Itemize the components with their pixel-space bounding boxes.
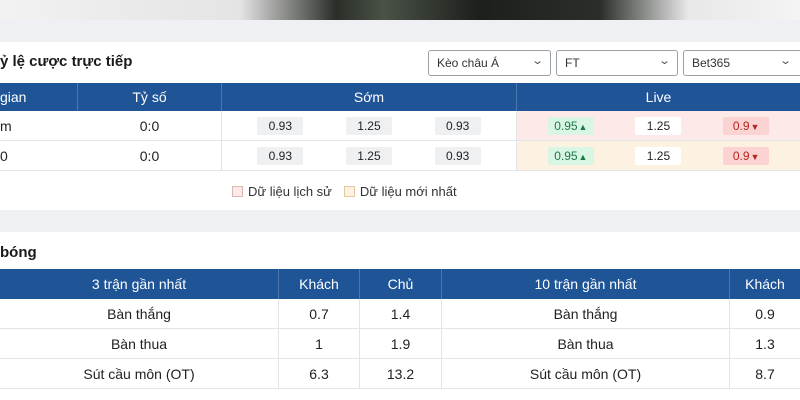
stat-label: Sút cầu môn (OT) [442, 359, 730, 388]
odd-value[interactable]: 0.93 [434, 146, 481, 165]
row-score: 0:0 [78, 111, 222, 140]
odds-table-header: gian Tỷ số Sớm Live [0, 83, 800, 111]
stats-table-header: 3 trận gần nhất Khách Chủ 10 trận gần nh… [0, 269, 800, 299]
odd-value-text: 0.95 [554, 118, 578, 133]
stat-label: Bàn thua [0, 329, 279, 358]
stat-value: 13.2 [360, 359, 442, 388]
legend-swatch-latest [343, 186, 355, 197]
market-select[interactable]: Kèo châu Á ⌄ [428, 50, 551, 76]
header-away: Khách [279, 269, 360, 299]
odd-value-down[interactable]: 0.9▼ [723, 116, 770, 135]
table-row: m 0:0 0.93 1.25 0.93 0.95▲ 1.25 0.9▼ [0, 111, 800, 141]
chevron-down-icon: ⌄ [530, 55, 544, 67]
live-odds-panel: ỷ lệ cược trực tiếp Kèo châu Á ⌄ FT ⌄ Be… [0, 42, 800, 210]
odd-value-up[interactable]: 0.95▲ [547, 146, 594, 165]
odd-handicap[interactable]: 1.25 [345, 146, 392, 165]
arrow-down-icon: ▼ [750, 121, 760, 132]
odds-table: gian Tỷ số Sớm Live m 0:0 0.93 1.25 0.93… [0, 83, 800, 171]
odd-value-text: 0.9 [732, 118, 750, 133]
row-time: m [0, 117, 12, 134]
stat-value: 0.9 [755, 305, 775, 322]
table-row: Sút cầu môn (OT) 6.3 13.2 Sút cầu môn (O… [0, 359, 800, 389]
header-early: Sớm [222, 83, 517, 111]
odd-value[interactable]: 0.93 [434, 116, 481, 135]
period-select[interactable]: FT ⌄ [556, 50, 678, 76]
header-last3: 3 trận gần nhất [0, 269, 279, 299]
legend-latest-label: Dữ liệu mới nhất [359, 184, 457, 199]
header-last10: 10 trận gần nhất [442, 269, 730, 299]
row-time: 0 [0, 147, 8, 164]
odd-value[interactable]: 0.93 [257, 116, 304, 135]
header-time: gian [0, 83, 78, 111]
stat-value: 1.9 [360, 329, 442, 358]
odd-value-up[interactable]: 0.95▲ [547, 116, 594, 135]
header-score: Tỷ số [78, 83, 222, 111]
stat-label: Bàn thua [442, 329, 730, 358]
early-odds: 0.93 1.25 0.93 [222, 111, 517, 140]
bookmaker-select[interactable]: Bet365 ⌄ [683, 50, 800, 76]
odd-value[interactable]: 0.93 [257, 146, 304, 165]
stat-label: Bàn thắng [0, 299, 279, 328]
chevron-down-icon: ⌄ [778, 55, 792, 67]
stat-value: 0.7 [279, 299, 360, 328]
table-row: 0 0:0 0.93 1.25 0.93 0.95▲ 1.25 0.9▼ [0, 141, 800, 171]
stat-value: 1.4 [360, 299, 442, 328]
stat-value: 6.3 [279, 359, 360, 388]
odds-legend: Dữ liệu lịch sử Dữ liệu mới nhất [232, 184, 457, 199]
odd-handicap[interactable]: 1.25 [635, 116, 682, 135]
arrow-up-icon: ▲ [578, 151, 588, 162]
market-select-value: Kèo châu Á [437, 56, 500, 70]
arrow-down-icon: ▼ [750, 151, 760, 162]
stats-table: 3 trận gần nhất Khách Chủ 10 trận gần nh… [0, 269, 800, 389]
stat-value: 8.7 [755, 365, 775, 382]
bookmaker-select-value: Bet365 [692, 56, 731, 70]
stats-panel: bóng 3 trận gần nhất Khách Chủ 10 trận g… [0, 232, 800, 400]
section-title-stats: bóng [0, 244, 37, 261]
odd-value-text: 0.95 [554, 148, 578, 163]
period-select-value: FT [565, 56, 580, 70]
top-banner-image [0, 0, 800, 20]
legend-swatch-history [232, 186, 243, 197]
odd-handicap[interactable]: 1.25 [635, 146, 682, 165]
legend-history-label: Dữ liệu lịch sử [248, 184, 332, 199]
table-row: Bàn thua 1 1.9 Bàn thua 1.3 [0, 329, 800, 359]
live-odds: 0.95▲ 1.25 0.9▼ [517, 111, 800, 140]
stat-label: Sút cầu môn (OT) [0, 359, 279, 388]
stat-value: 1 [279, 329, 360, 358]
early-odds: 0.93 1.25 0.93 [222, 141, 517, 170]
odd-handicap[interactable]: 1.25 [345, 116, 392, 135]
stat-value: 1.3 [755, 335, 775, 352]
header-live: Live [645, 89, 672, 105]
header-away: Khách [745, 276, 785, 292]
row-score: 0:0 [78, 141, 222, 170]
odd-value-down[interactable]: 0.9▼ [723, 146, 770, 165]
chevron-down-icon: ⌄ [657, 55, 671, 67]
odd-value-text: 0.9 [732, 148, 750, 163]
table-row: Bàn thắng 0.7 1.4 Bàn thắng 0.9 [0, 299, 800, 329]
stat-label: Bàn thắng [442, 299, 730, 328]
live-odds: 0.95▲ 1.25 0.9▼ [517, 141, 800, 170]
header-home: Chủ [360, 269, 442, 299]
section-title-odds: ỷ lệ cược trực tiếp [0, 53, 133, 70]
arrow-up-icon: ▲ [578, 121, 588, 132]
